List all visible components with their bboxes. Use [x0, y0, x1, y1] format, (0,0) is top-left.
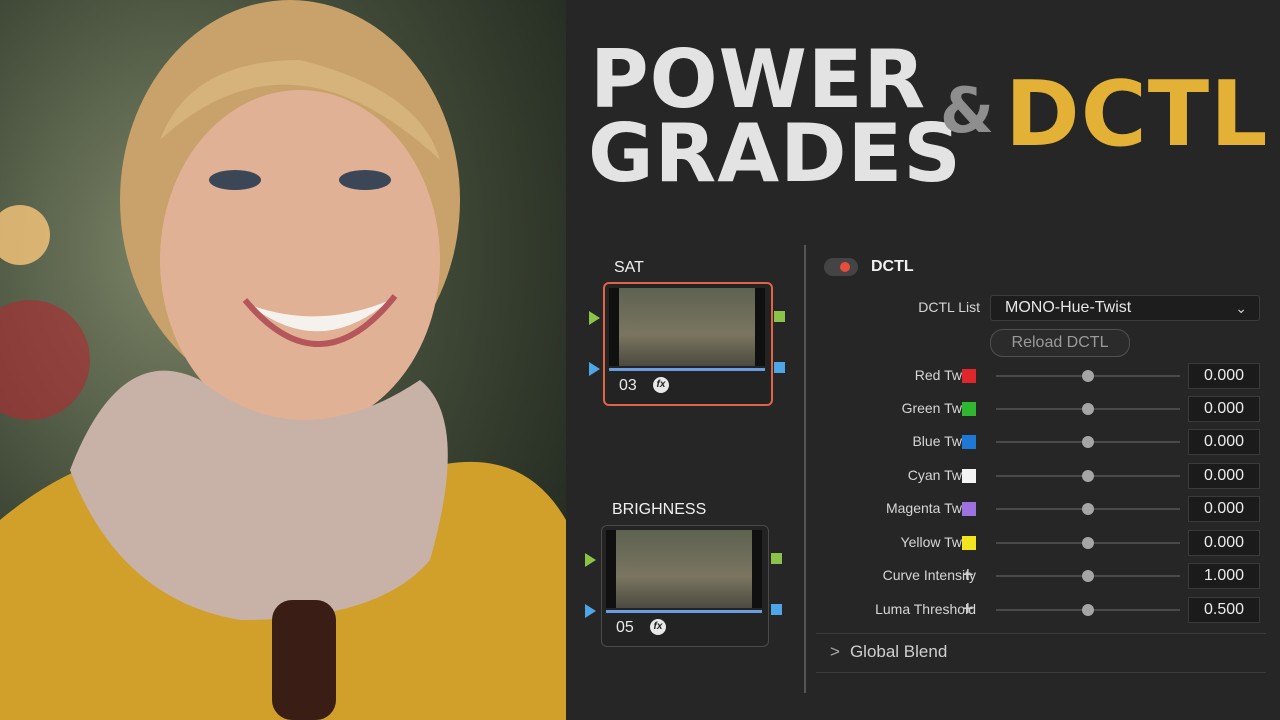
param-row: Luma Threshold + 0.500: [820, 597, 1270, 623]
slider-knob[interactable]: [1082, 503, 1094, 515]
param-value-field[interactable]: 0.500: [1188, 597, 1260, 623]
portrait-illustration: [0, 0, 566, 720]
param-value-field[interactable]: 0.000: [1188, 363, 1260, 389]
section-divider: [816, 633, 1266, 634]
param-label: Luma Threshold: [875, 601, 976, 617]
param-row: Yellow Twist 0.000: [820, 530, 1270, 556]
key-output-handle[interactable]: [771, 604, 782, 615]
param-row: Curve Intensity + 1.000: [820, 563, 1270, 589]
title-line2: GRADES: [588, 107, 962, 200]
title-accent: DCTL: [1005, 62, 1269, 167]
rgb-output-handle[interactable]: [774, 311, 785, 322]
slider-knob[interactable]: [1082, 436, 1094, 448]
dctl-list-value: MONO-Hue-Twist: [1005, 299, 1132, 316]
param-value-field[interactable]: 0.000: [1188, 396, 1260, 422]
portrait-photo: [0, 0, 566, 720]
fx-icon: fx: [653, 377, 669, 393]
node-label-sat: SAT: [614, 259, 644, 276]
slider-knob[interactable]: [1082, 570, 1094, 582]
node-sat[interactable]: 03 fx: [603, 282, 773, 406]
yellow-swatch-icon: [962, 536, 976, 550]
dctl-list-label: DCTL List: [918, 299, 980, 315]
param-row: Green Twist 0.000: [820, 396, 1270, 422]
rgb-input-handle[interactable]: [589, 311, 600, 325]
dctl-enable-toggle[interactable]: [824, 258, 858, 276]
param-value-field[interactable]: 1.000: [1188, 563, 1260, 589]
param-value-field[interactable]: 0.000: [1188, 496, 1260, 522]
node-progress-bar: [609, 368, 765, 371]
rgb-output-handle[interactable]: [771, 553, 782, 564]
param-row: Cyan Twist 0.000: [820, 463, 1270, 489]
section-divider: [816, 672, 1266, 673]
slider-knob[interactable]: [1082, 370, 1094, 382]
node-label-brightness: BRIGHNESS: [612, 501, 707, 518]
slider-knob[interactable]: [1082, 470, 1094, 482]
blue-swatch-icon: [962, 435, 976, 449]
red-swatch-icon: [962, 369, 976, 383]
panel-divider: [804, 245, 806, 693]
title-ampersand: &: [940, 74, 996, 147]
rgb-input-handle[interactable]: [585, 553, 596, 567]
dctl-list-dropdown[interactable]: MONO-Hue-Twist ⌄: [990, 295, 1260, 321]
node-progress-bar: [606, 610, 762, 613]
slider-knob[interactable]: [1082, 604, 1094, 616]
node-number: 05: [616, 619, 634, 636]
toggle-indicator: [840, 262, 850, 272]
fx-icon: fx: [650, 619, 666, 635]
key-input-handle[interactable]: [589, 362, 600, 376]
node-number: 03: [619, 377, 637, 394]
param-value-field[interactable]: 0.000: [1188, 530, 1260, 556]
node-brightness[interactable]: 05 fx: [601, 525, 769, 647]
node-thumbnail: [609, 288, 765, 366]
plus-icon: +: [962, 598, 974, 620]
param-value-field[interactable]: 0.000: [1188, 429, 1260, 455]
global-blend-section[interactable]: > Global Blend: [830, 642, 947, 662]
chevron-right-icon: >: [830, 642, 840, 661]
param-row: Red Twist 0.000: [820, 363, 1270, 389]
key-input-handle[interactable]: [585, 604, 596, 618]
cyan-swatch-icon: [962, 469, 976, 483]
slider-knob[interactable]: [1082, 537, 1094, 549]
param-value-field[interactable]: 0.000: [1188, 463, 1260, 489]
param-row: Magenta Twist 0.000: [820, 496, 1270, 522]
magenta-swatch-icon: [962, 502, 976, 516]
key-output-handle[interactable]: [774, 362, 785, 373]
green-swatch-icon: [962, 402, 976, 416]
node-thumbnail: [606, 530, 762, 608]
reload-dctl-button[interactable]: Reload DCTL: [990, 329, 1130, 357]
slider-knob[interactable]: [1082, 403, 1094, 415]
param-row: Blue Twist 0.000: [820, 429, 1270, 455]
dctl-header: DCTL: [871, 258, 914, 275]
global-blend-label: Global Blend: [849, 642, 948, 661]
plus-icon: +: [962, 564, 974, 586]
chevron-down-icon: ⌄: [1235, 300, 1247, 316]
